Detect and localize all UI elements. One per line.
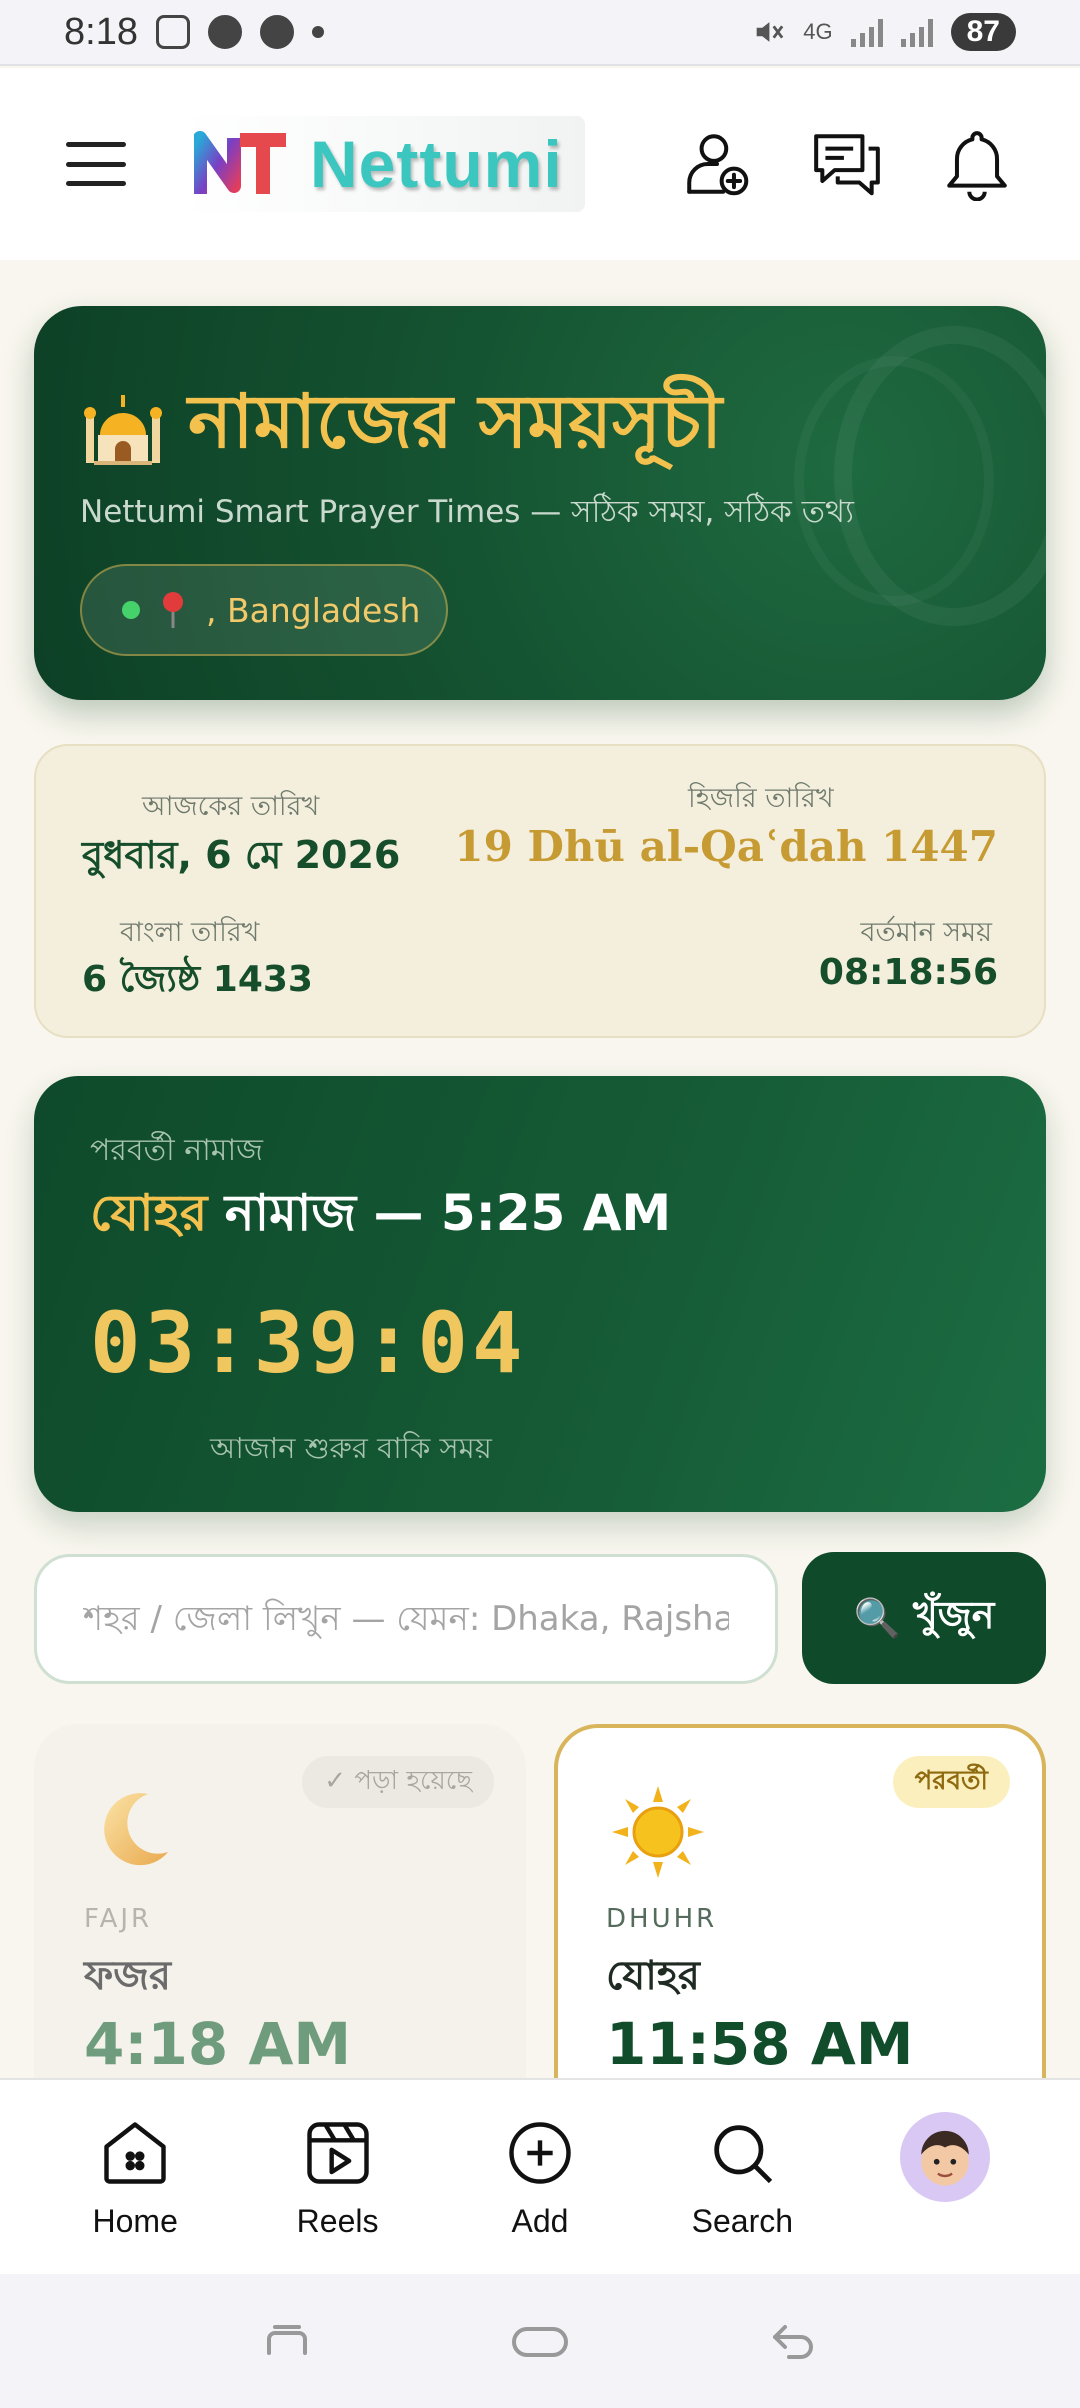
home-icon [104, 2121, 166, 2184]
battery-level: 87 [950, 13, 1016, 51]
current-time-label: বর্তমান সময় [860, 917, 992, 948]
today-value: বুধবার, 6 মে 2026 [82, 833, 401, 877]
messenger-icon [207, 15, 242, 49]
location-pill[interactable]: , Bangladesh [80, 564, 448, 656]
decorative-crescent-inner [794, 356, 994, 606]
prayer-name-bn: ফজর [84, 1953, 172, 1999]
add-icon [509, 2121, 571, 2184]
next-prayer-label: পরবর্তী নামাজ [90, 1133, 263, 1168]
sun-icon [612, 1786, 704, 1878]
current-time-value: 08:18:56 [818, 952, 998, 993]
live-status-dot [122, 601, 140, 619]
next-prayer-name: যোহর [90, 1184, 208, 1242]
today-label: আজকের তারিখ [142, 791, 320, 822]
brand-logo[interactable]: Nettumi [182, 116, 585, 212]
nav-reels[interactable]: Reels [248, 2115, 428, 2240]
nav-reels-label: Reels [296, 2202, 379, 2239]
nav-search[interactable]: Search [652, 2115, 832, 2240]
prayer-name-en: DHUHR [606, 1904, 718, 1934]
mute-icon [756, 22, 784, 42]
prayer-times-hero: নামাজের সময়সূচী Nettumi Smart Prayer Ti… [34, 306, 1046, 700]
next-prayer-time: নামাজ — 5:25 AM [207, 1184, 672, 1242]
home-button-icon[interactable] [510, 2311, 570, 2371]
prayer-time: 4:18 AM [84, 2010, 352, 2078]
signal-icon-2 [900, 17, 933, 47]
countdown-timer: 03:39:04 [90, 1294, 527, 1392]
magnifier-icon: 🔍 [853, 1595, 901, 1640]
add-user-icon[interactable] [680, 127, 754, 201]
prayer-time: 11:58 AM [606, 2010, 914, 2078]
header-actions [680, 127, 1014, 201]
status-right: 4G 87 [751, 13, 1016, 51]
bangla-date-label: বাংলা তারিখ [120, 917, 260, 948]
bottom-navigation: Home Reels Add Search [0, 2078, 1080, 2274]
location-text: , Bangladesh [206, 590, 421, 630]
prayer-name-en: FAJR [84, 1904, 153, 1934]
bell-icon[interactable] [940, 127, 1014, 201]
chat-icon[interactable] [810, 127, 884, 201]
next-badge: পরবর্তী [892, 1756, 1010, 1808]
search-icon [714, 2124, 773, 2183]
reels-icon [306, 2121, 369, 2184]
avatar [899, 2112, 990, 2202]
nav-search-label: Search [691, 2202, 794, 2239]
next-prayer-title: যোহর নামাজ — 5:25 AM [90, 1176, 671, 1259]
app-header: Nettumi [0, 68, 1080, 260]
mosque-icon [84, 394, 162, 465]
back-icon[interactable] [763, 2311, 823, 2371]
city-search-input[interactable] [34, 1554, 778, 1684]
recent-apps-icon[interactable] [257, 2311, 317, 2371]
nav-profile[interactable] [855, 2112, 1035, 2202]
hijri-value: 19 Dhū al-Qaʿdah 1447 [454, 822, 998, 871]
moon-icon [104, 1793, 168, 1866]
prayer-name-bn: যোহর [606, 1953, 700, 1999]
status-bar: 8:18 4G 87 [0, 0, 1080, 66]
dates-card: আজকের তারিখ বুধবার, 6 মে 2026 হিজরি তারি… [34, 744, 1046, 1038]
chat-bubble-icon [259, 15, 294, 49]
nav-home[interactable]: Home [45, 2115, 225, 2240]
nav-add-label: Add [511, 2202, 569, 2239]
network-type: 4G [803, 19, 833, 44]
bangla-date-value: 6 জ্যৈষ্ঠ 1433 [82, 959, 313, 1000]
system-navigation-bar [0, 2274, 1080, 2408]
hero-title: নামাজের সময়সূচী [188, 379, 723, 465]
pin-icon [163, 592, 183, 628]
hero-subtitle: Nettumi Smart Prayer Times — সঠিক সময়, … [80, 494, 855, 530]
countdown-caption: আজান শুরুর বাকি সময় [210, 1431, 492, 1465]
nav-add[interactable]: Add [450, 2115, 630, 2240]
menu-icon[interactable] [66, 142, 126, 186]
nav-home-label: Home [92, 2202, 178, 2239]
search-button-label: খুঁজুন [912, 1593, 995, 1637]
status-left: 8:18 [64, 11, 324, 54]
screenshot-icon [155, 15, 190, 49]
logo-mark-icon [194, 131, 286, 194]
signal-icon [850, 17, 883, 47]
hijri-label: হিজরি তারিখ [688, 783, 834, 814]
hero-title-row: নামাজের সময়সূচী [80, 366, 722, 489]
memoji-avatar-icon [921, 2130, 969, 2186]
brand-name: Nettumi [310, 127, 563, 201]
search-button[interactable]: 🔍 খুঁজুন [802, 1552, 1046, 1684]
next-prayer-card: পরবর্তী নামাজ যোহর নামাজ — 5:25 AM 03:39… [34, 1076, 1046, 1512]
notification-dot-icon [311, 26, 324, 38]
prayed-badge: ✓ পড়া হয়েছে [302, 1756, 494, 1808]
status-time: 8:18 [64, 10, 138, 53]
